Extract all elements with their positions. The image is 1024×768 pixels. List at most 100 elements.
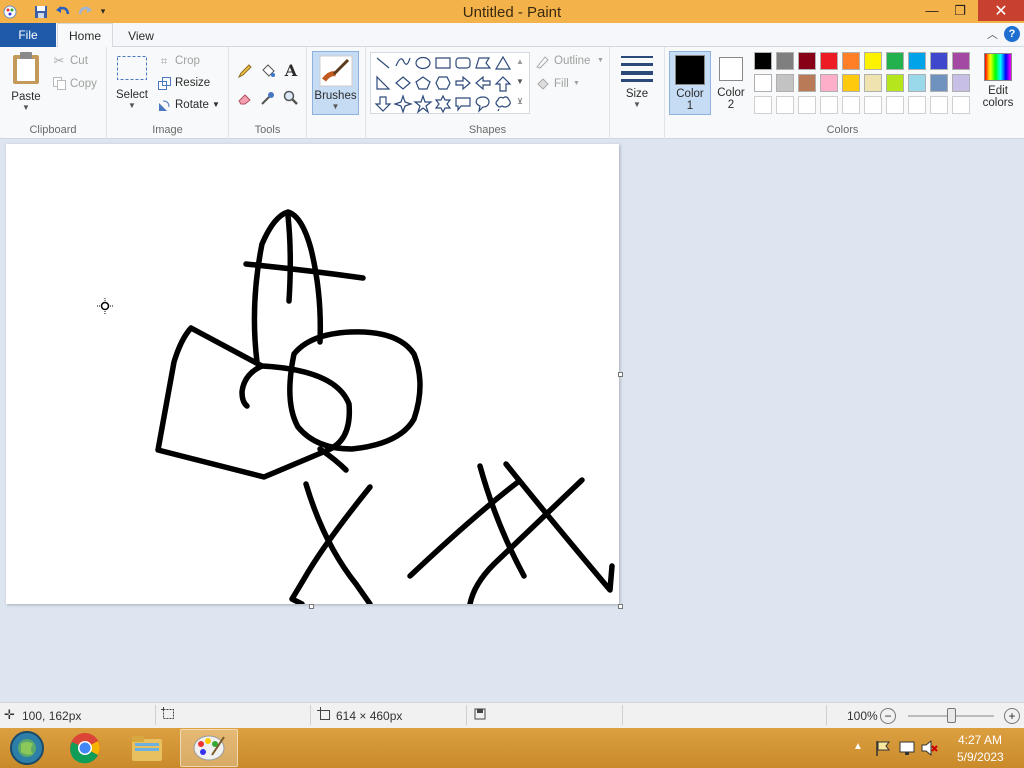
palette-swatch[interactable] (952, 74, 970, 92)
magnifier-icon[interactable] (281, 88, 301, 108)
rounded-callout-shape[interactable] (455, 97, 471, 112)
gallery-expand-icon[interactable]: ⊻ (514, 93, 526, 109)
help-icon[interactable]: ? (1004, 26, 1020, 42)
rectangle-shape[interactable] (435, 57, 451, 69)
palette-swatch[interactable] (776, 74, 794, 92)
line-shape[interactable] (376, 57, 390, 69)
paint-taskbar-button[interactable] (180, 729, 238, 767)
palette-swatch[interactable] (798, 74, 816, 92)
custom-color-slot[interactable] (952, 96, 970, 114)
volume-muted-icon[interactable] (920, 739, 938, 760)
color-picker-icon[interactable] (258, 88, 278, 108)
chrome-taskbar-button[interactable] (56, 729, 114, 767)
palette-swatch[interactable] (908, 52, 926, 70)
palette-swatch[interactable] (776, 52, 794, 70)
down-arrow-shape[interactable] (374, 96, 392, 112)
polygon-shape[interactable] (475, 57, 492, 69)
zoom-slider-thumb[interactable] (947, 708, 956, 723)
text-tool-icon[interactable]: A (281, 60, 301, 80)
zoom-out-button[interactable]: − (880, 708, 896, 724)
palette-swatch[interactable] (886, 52, 904, 70)
curve-shape[interactable] (395, 57, 411, 67)
fill-dropdown-icon[interactable]: ▼ (573, 80, 580, 87)
hexagon-shape[interactable] (435, 76, 451, 90)
palette-swatch[interactable] (842, 74, 860, 92)
restore-button[interactable]: ❐ (946, 0, 974, 21)
zoom-in-button[interactable]: + (1004, 708, 1020, 724)
five-point-star-shape[interactable] (413, 94, 433, 114)
palette-swatch[interactable] (886, 74, 904, 92)
diamond-shape[interactable] (395, 76, 411, 90)
rotate-dropdown-icon[interactable]: ▼ (212, 100, 220, 109)
crop-button[interactable]: Crop (175, 55, 200, 67)
custom-color-slot[interactable] (908, 96, 926, 114)
custom-color-slot[interactable] (776, 96, 794, 114)
color2-button[interactable]: Color 2 (713, 51, 749, 115)
eraser-icon[interactable] (235, 88, 255, 108)
canvas-resize-handle-corner[interactable] (618, 604, 623, 609)
network-icon[interactable] (898, 739, 916, 760)
palette-swatch[interactable] (798, 52, 816, 70)
palette-swatch[interactable] (754, 74, 772, 92)
copy-button[interactable]: Copy (70, 78, 97, 90)
pencil-icon[interactable] (235, 61, 255, 81)
canvas-resize-handle-right[interactable] (618, 372, 623, 377)
triangle-shape[interactable] (494, 55, 512, 70)
custom-color-slot[interactable] (754, 96, 772, 114)
clock-time[interactable]: 4:27 AM (958, 733, 1002, 747)
collapse-ribbon-icon[interactable]: ︿ (987, 26, 998, 42)
palette-swatch[interactable] (820, 74, 838, 92)
palette-swatch[interactable] (930, 74, 948, 92)
palette-swatch[interactable] (864, 52, 882, 70)
action-center-flag-icon[interactable] (874, 739, 892, 760)
tab-home[interactable]: Home (57, 23, 113, 48)
tab-view[interactable]: View (115, 23, 167, 48)
palette-swatch[interactable] (864, 74, 882, 92)
file-explorer-taskbar-button[interactable] (118, 729, 176, 767)
resize-button[interactable]: Resize (175, 77, 210, 89)
palette-swatch[interactable] (842, 52, 860, 70)
gallery-scroll-up-icon[interactable]: ▲ (514, 53, 526, 69)
cloud-callout-shape[interactable] (495, 96, 511, 112)
tab-file[interactable]: File (0, 23, 56, 47)
select-button[interactable]: Select ▼ (113, 55, 151, 115)
right-triangle-shape[interactable] (376, 75, 391, 90)
cut-button[interactable]: Cut (70, 55, 88, 67)
color1-button[interactable]: Color 1 (669, 51, 711, 115)
brushes-button[interactable]: Brushes ▼ (312, 51, 359, 115)
oval-shape[interactable] (415, 56, 431, 70)
rotate-button[interactable]: Rotate (175, 99, 209, 111)
palette-swatch[interactable] (820, 52, 838, 70)
four-point-star-shape[interactable] (393, 94, 413, 114)
drawing-canvas[interactable] (6, 144, 619, 607)
six-point-star-shape[interactable] (434, 94, 452, 114)
fill-bucket-icon[interactable] (258, 61, 278, 81)
edit-colors-button[interactable]: Edit colors (975, 53, 1021, 117)
palette-swatch[interactable] (908, 74, 926, 92)
paste-button[interactable]: Paste ▼ (6, 51, 46, 115)
custom-color-slot[interactable] (798, 96, 816, 114)
start-button[interactable] (0, 729, 54, 767)
fill-button[interactable]: Fill (554, 78, 569, 90)
show-hidden-icons[interactable]: ▲ (853, 741, 863, 752)
oval-callout-shape[interactable] (475, 96, 490, 113)
custom-color-slot[interactable] (886, 96, 904, 114)
close-button[interactable]: ✕ (978, 0, 1024, 21)
right-arrow-shape[interactable] (455, 75, 471, 91)
custom-color-slot[interactable] (842, 96, 860, 114)
up-arrow-shape[interactable] (494, 76, 512, 92)
minimize-button[interactable]: — (918, 0, 946, 21)
clock-date[interactable]: 5/9/2023 (957, 750, 1004, 764)
palette-swatch[interactable] (754, 52, 772, 70)
custom-color-slot[interactable] (930, 96, 948, 114)
pentagon-shape[interactable] (415, 76, 431, 90)
palette-swatch[interactable] (952, 52, 970, 70)
custom-color-slot[interactable] (864, 96, 882, 114)
rounded-rectangle-shape[interactable] (455, 57, 471, 69)
size-button[interactable]: Size ▼ (616, 53, 658, 115)
outline-button[interactable]: Outline (554, 55, 590, 67)
canvas-resize-handle-bottom[interactable] (309, 604, 314, 609)
palette-swatch[interactable] (930, 52, 948, 70)
outline-dropdown-icon[interactable]: ▼ (597, 57, 604, 64)
custom-color-slot[interactable] (820, 96, 838, 114)
